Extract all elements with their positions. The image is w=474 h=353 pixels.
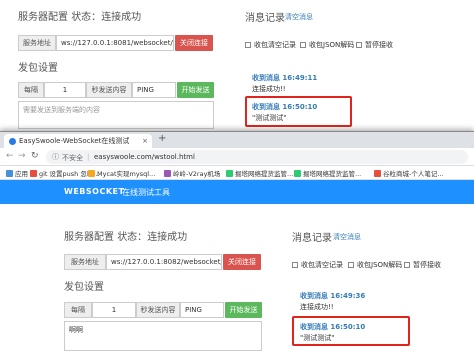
bookmark-icon bbox=[88, 169, 95, 177]
clear-messages-link[interactable]: 清空消息 bbox=[333, 232, 361, 242]
message-body: "测试测试" bbox=[300, 334, 335, 342]
checkbox-icon[interactable] bbox=[356, 42, 362, 48]
message-body: 连接成功!! bbox=[252, 85, 286, 93]
bookmark-icon bbox=[374, 169, 381, 177]
bookmark-item[interactable]: 掘塔网络提货监管... bbox=[226, 168, 293, 178]
address-bar: ← → ↻ ⓘ 不安全 | easyswoole.com/wstool.html bbox=[0, 148, 474, 166]
app-subtitle: 在线测试工具 bbox=[122, 188, 170, 197]
message-body: 连接成功!! bbox=[300, 303, 334, 311]
url-separator: | bbox=[87, 153, 90, 161]
app-header: WEBSOCKET 在线测试工具 bbox=[0, 180, 474, 204]
every-label: 每隔 bbox=[18, 82, 44, 98]
globe-icon bbox=[9, 137, 16, 145]
browser-titlebar: EasySwoole-WebSocket在线测试 × + bbox=[0, 132, 474, 148]
insecure-label: 不安全 bbox=[62, 154, 83, 162]
bookmark-icon bbox=[30, 169, 37, 177]
send-settings-title: 发包设置 bbox=[64, 282, 104, 293]
forward-icon[interactable]: → bbox=[18, 151, 26, 161]
browser-window: EasySwoole-WebSocket在线测试 × + ← → ↻ ⓘ 不安全… bbox=[0, 131, 474, 353]
send-content-label: 秒发送内容 bbox=[136, 302, 180, 318]
start-send-button[interactable]: 开始发送 bbox=[177, 82, 214, 98]
send-content-input[interactable]: PING bbox=[132, 82, 176, 98]
bookmark-item[interactable]: Mycat实现mysql... bbox=[88, 168, 155, 178]
message-textarea[interactable]: 需要发送到服务端的内容 bbox=[18, 101, 214, 129]
app-title: WEBSOCKET bbox=[64, 187, 125, 196]
new-tab-icon[interactable]: + bbox=[158, 133, 166, 144]
status-value: 连接成功 bbox=[147, 232, 188, 243]
server-config-title: 服务器配置 状态：连接成功 bbox=[64, 232, 188, 243]
message-title: 收到消息 16:49:11 bbox=[252, 74, 318, 82]
every-label: 每隔 bbox=[64, 302, 92, 318]
bookmark-apps[interactable]: 应用 bbox=[6, 168, 28, 178]
bookmark-item[interactable]: 掘塔网络提货监管... bbox=[294, 168, 361, 178]
bookmark-icon bbox=[164, 169, 171, 177]
clear-messages-link[interactable]: 清空消息 bbox=[285, 12, 313, 22]
clear-before-send-checkbox[interactable]: 收包清空记录 bbox=[245, 40, 296, 50]
url-text[interactable]: easyswoole.com/wstool.html bbox=[94, 153, 195, 161]
reload-icon[interactable]: ↻ bbox=[31, 151, 39, 161]
message-title: 收到消息 16:50:10 bbox=[300, 323, 366, 331]
checkbox-icon[interactable] bbox=[348, 262, 354, 268]
message-title: 收到消息 16:49:36 bbox=[300, 292, 366, 300]
interval-input[interactable]: 1 bbox=[92, 302, 136, 318]
server-addr-input[interactable]: ws://127.0.0.1:8082/websocket/4 bbox=[106, 254, 222, 270]
bookmarks-bar: 应用 git 设置push 忽略... Mycat实现mysql... 岭岭-V… bbox=[0, 166, 474, 180]
bookmark-icon bbox=[226, 169, 233, 177]
send-content-label: 秒发送内容 bbox=[86, 82, 132, 98]
bookmark-item[interactable]: 岭岭-V2ray机场 bbox=[164, 168, 220, 178]
checkbox-icon[interactable] bbox=[245, 42, 251, 48]
message-body: "测试测试" bbox=[252, 114, 287, 122]
server-addr-label: 服务地址 bbox=[18, 35, 56, 51]
server-addr-label: 服务地址 bbox=[64, 254, 106, 270]
close-connection-button[interactable]: 关闭连接 bbox=[175, 35, 213, 51]
json-decode-checkbox[interactable]: 收包JSON解码 bbox=[300, 40, 354, 50]
server-addr-input[interactable]: ws://127.0.0.1:8081/websocket/4! bbox=[56, 35, 174, 51]
server-config-title: 服务器配置 状态：连接成功 bbox=[18, 12, 142, 23]
pause-receive-checkbox[interactable]: 暂停接收 bbox=[356, 40, 393, 50]
interval-input[interactable]: 1 bbox=[44, 82, 86, 98]
json-decode-checkbox[interactable]: 收包JSON解码 bbox=[348, 260, 402, 270]
log-title: 消息记录 bbox=[245, 13, 285, 24]
close-connection-button[interactable]: 关闭连接 bbox=[223, 254, 261, 270]
send-settings-title: 发包设置 bbox=[18, 63, 58, 74]
browser-tab[interactable]: EasySwoole-WebSocket在线测试 × bbox=[4, 134, 152, 148]
start-send-button[interactable]: 开始发送 bbox=[225, 302, 262, 318]
warning-icon: ⓘ bbox=[52, 153, 59, 161]
back-icon[interactable]: ← bbox=[6, 151, 14, 161]
checkbox-icon[interactable] bbox=[292, 262, 298, 268]
send-content-input[interactable]: PING bbox=[180, 302, 224, 318]
checkbox-icon[interactable] bbox=[300, 42, 306, 48]
url-field[interactable]: ⓘ 不安全 | easyswoole.com/wstool.html bbox=[46, 150, 468, 164]
bookmark-icon bbox=[294, 169, 301, 177]
checkbox-icon[interactable] bbox=[404, 262, 410, 268]
status-value: 连接成功 bbox=[101, 12, 142, 23]
apps-icon bbox=[6, 169, 13, 177]
clear-before-send-checkbox[interactable]: 收包清空记录 bbox=[292, 260, 343, 270]
message-title: 收到消息 16:50:10 bbox=[252, 103, 318, 111]
close-tab-icon[interactable]: × bbox=[142, 137, 148, 145]
message-textarea[interactable]: 啊啊 bbox=[64, 321, 262, 351]
log-title: 消息记录 bbox=[292, 233, 332, 244]
bookmark-item[interactable]: 谷粒商城-个人笔记... bbox=[374, 168, 444, 178]
pause-receive-checkbox[interactable]: 暂停接收 bbox=[404, 260, 441, 270]
